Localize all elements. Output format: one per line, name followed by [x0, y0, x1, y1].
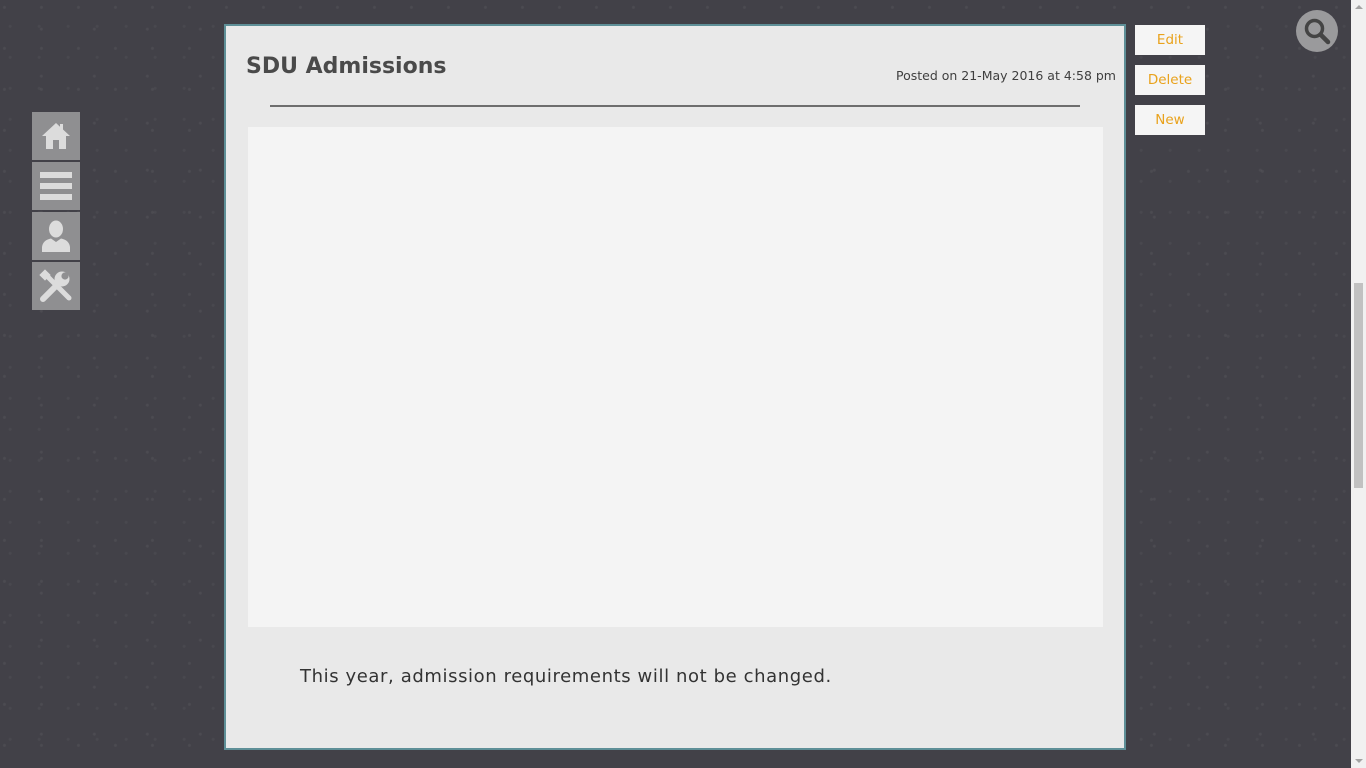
nav-settings-button[interactable]	[32, 262, 80, 310]
post-body-text: This year, admission requirements will n…	[300, 666, 832, 687]
page: SDU Admissions Posted on 21-May 2016 at …	[0, 0, 1366, 768]
scroll-thumb[interactable]	[1354, 283, 1363, 488]
scroll-up-arrow-icon[interactable]	[1355, 5, 1363, 9]
post-actions: Edit Delete New	[1135, 25, 1205, 145]
nav-home-button[interactable]	[32, 112, 80, 160]
side-nav	[32, 112, 80, 312]
edit-button[interactable]: Edit	[1135, 25, 1205, 55]
post-title: SDU Admissions	[246, 54, 447, 79]
nav-menu-button[interactable]	[32, 162, 80, 210]
user-icon	[42, 220, 70, 252]
delete-button[interactable]: Delete	[1135, 65, 1205, 95]
divider	[270, 105, 1080, 107]
post-image-placeholder	[248, 127, 1103, 627]
tools-icon	[39, 269, 72, 302]
vertical-scrollbar[interactable]	[1351, 0, 1366, 768]
post-date: Posted on 21-May 2016 at 4:58 pm	[895, 68, 1116, 83]
new-button[interactable]: New	[1135, 105, 1205, 135]
home-icon	[42, 123, 70, 149]
post-card: SDU Admissions Posted on 21-May 2016 at …	[224, 24, 1126, 750]
search-icon	[1304, 18, 1331, 45]
menu-icon	[40, 172, 72, 200]
search-button[interactable]	[1296, 10, 1338, 52]
nav-profile-button[interactable]	[32, 212, 80, 260]
scroll-down-arrow-icon[interactable]	[1355, 759, 1363, 763]
